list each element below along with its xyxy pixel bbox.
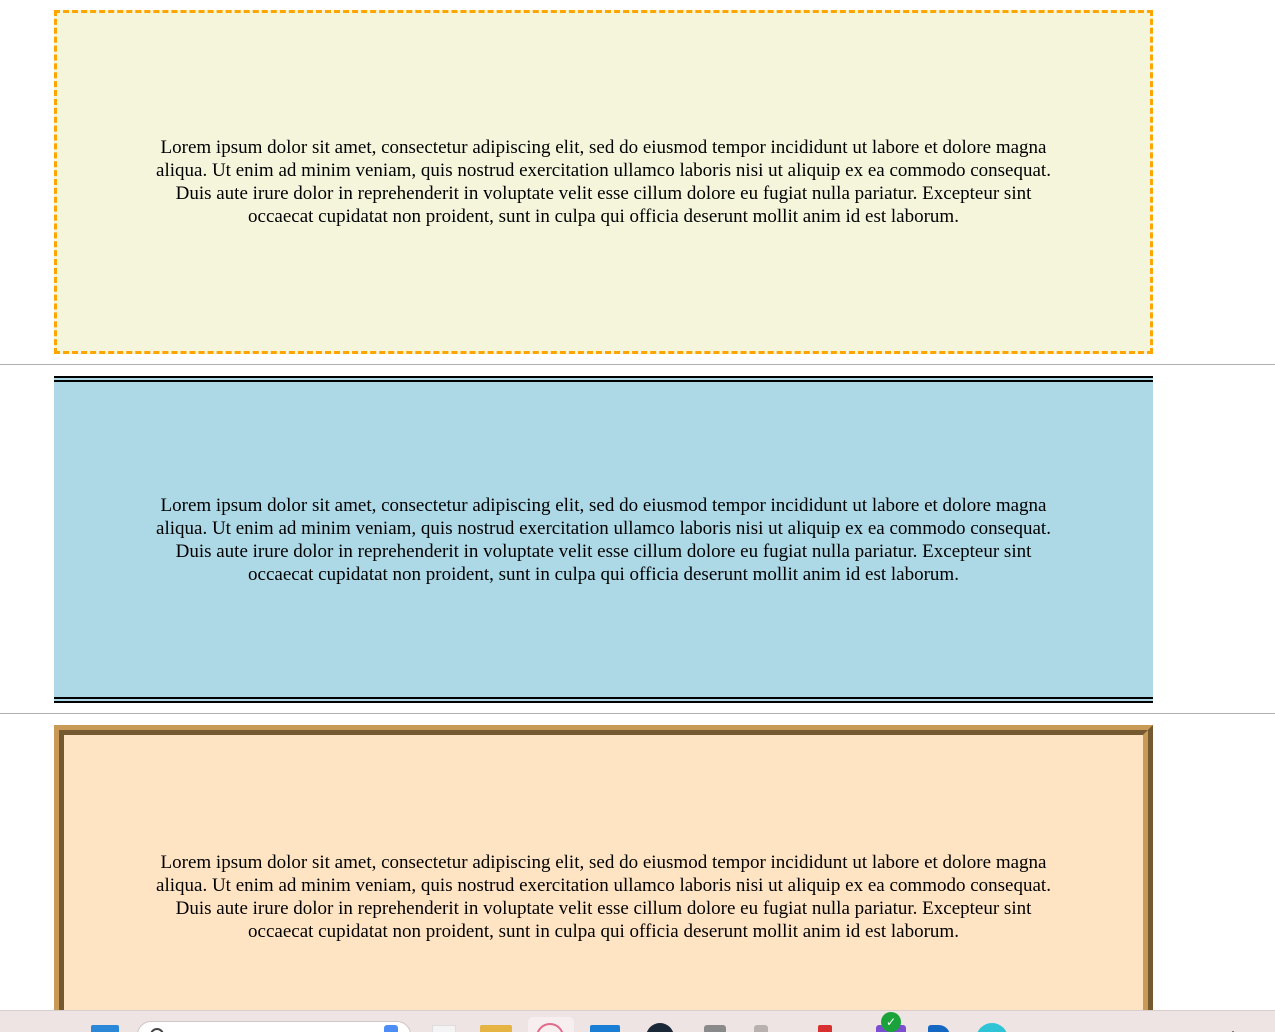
double-box-text: Lorem ipsum dolor sit amet, consectetur … xyxy=(156,494,1051,585)
taskbar-search-input[interactable] xyxy=(137,1021,411,1032)
horizontal-rule xyxy=(0,364,1275,365)
red-app-icon[interactable] xyxy=(818,1025,832,1032)
steam-icon[interactable] xyxy=(646,1023,674,1032)
ridge-box-text: Lorem ipsum dolor sit amet, consectetur … xyxy=(156,852,1051,942)
app-icon[interactable] xyxy=(754,1025,768,1032)
folder-icon[interactable] xyxy=(480,1025,512,1032)
dashed-box-text: Lorem ipsum dolor sit amet, consectetur … xyxy=(156,137,1051,227)
copilot-icon[interactable] xyxy=(384,1025,398,1032)
dashed-border-box: Lorem ipsum dolor sit amet, consectetur … xyxy=(54,10,1153,354)
horizontal-rule xyxy=(0,713,1275,714)
notification-badge: ✓ xyxy=(881,1012,901,1032)
taskbar: ✓ ⌃ xyxy=(0,1010,1275,1032)
cyan-app-icon[interactable] xyxy=(976,1023,1008,1032)
file-icon[interactable] xyxy=(432,1025,456,1032)
store-icon[interactable] xyxy=(590,1025,620,1032)
page: Lorem ipsum dolor sit amet, consectetur … xyxy=(0,0,1275,1032)
windows-start-icon[interactable] xyxy=(91,1025,119,1032)
edge-icon[interactable] xyxy=(928,1025,950,1032)
ridge-border-box: Lorem ipsum dolor sit amet, consectetur … xyxy=(54,725,1153,1032)
game-icon[interactable] xyxy=(704,1025,726,1032)
double-border-box: Lorem ipsum dolor sit amet, consectetur … xyxy=(54,376,1153,703)
